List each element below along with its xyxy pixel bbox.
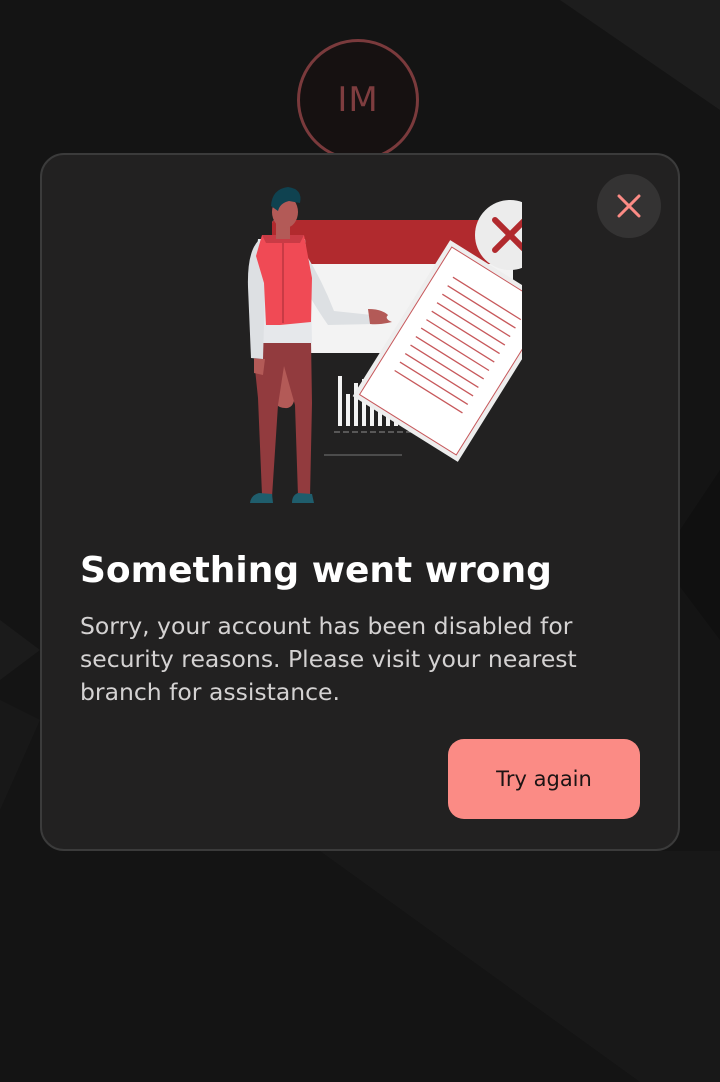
- try-again-button[interactable]: Try again: [448, 739, 640, 819]
- dialog-message: Sorry, your account has been disabled fo…: [80, 612, 577, 706]
- error-illustration: [247, 187, 522, 503]
- error-dialog: Something went wrong Sorry, your account…: [40, 153, 680, 851]
- dialog-title: Something went wrong: [80, 550, 552, 591]
- avatar: IM: [297, 39, 419, 161]
- close-button[interactable]: [597, 174, 661, 238]
- avatar-initials: IM: [337, 80, 379, 120]
- close-icon: [617, 194, 641, 218]
